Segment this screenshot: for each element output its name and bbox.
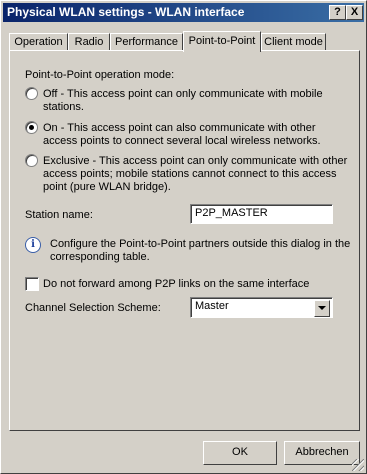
radio-on[interactable] — [25, 121, 38, 134]
chevron-down-icon[interactable] — [314, 300, 330, 317]
close-button[interactable]: X — [346, 5, 363, 20]
radio-exclusive-label-2[interactable]: access points; mobile stations cannot co… — [43, 168, 337, 181]
tab-client-mode[interactable]: Client mode — [261, 33, 326, 51]
radio-off[interactable] — [25, 87, 38, 100]
cancel-button[interactable]: Abbrechen — [284, 441, 360, 465]
ok-button[interactable]: OK — [203, 441, 277, 465]
window-title: Physical WLAN settings - WLAN interface — [7, 5, 245, 19]
no-forward-label[interactable]: Do not forward among P2P links on the sa… — [43, 278, 309, 291]
tab-operation[interactable]: Operation — [9, 33, 68, 51]
radio-on-label-1[interactable]: On - This access point can also communic… — [43, 122, 315, 135]
tab-radio[interactable]: Radio — [68, 33, 110, 51]
dialog-window: Physical WLAN settings - WLAN interface … — [0, 0, 367, 474]
station-name-label: Station name: — [25, 209, 93, 221]
radio-exclusive-label-3[interactable]: point (pure WLAN bridge). — [43, 181, 171, 194]
radio-exclusive[interactable] — [25, 154, 38, 167]
tab-panel: Point-to-Point operation mode: Off - Thi… — [9, 50, 360, 431]
radio-on-dot — [29, 125, 34, 130]
station-name-input[interactable]: P2P_MASTER — [190, 204, 333, 224]
radio-off-label-2[interactable]: stations. — [43, 101, 84, 114]
radio-on-label-2[interactable]: access points to connect several local w… — [43, 135, 321, 148]
info-text-1: Configure the Point-to-Point partners ou… — [50, 238, 351, 250]
info-icon: i — [25, 237, 41, 253]
help-button[interactable]: ? — [329, 5, 346, 20]
radio-off-label-1[interactable]: Off - This access point can only communi… — [43, 88, 323, 101]
title-bar[interactable]: Physical WLAN settings - WLAN interface … — [3, 3, 364, 22]
no-forward-checkbox[interactable] — [25, 277, 39, 291]
radio-exclusive-label-1[interactable]: Exclusive - This access point can only c… — [43, 155, 347, 168]
mode-heading: Point-to-Point operation mode: — [25, 69, 175, 81]
info-text-2: corresponding table. — [50, 251, 150, 263]
tab-performance[interactable]: Performance — [110, 33, 183, 51]
tab-point-to-point[interactable]: Point-to-Point — [183, 31, 261, 52]
resize-grip[interactable] — [352, 459, 364, 471]
channel-scheme-label: Channel Selection Scheme: — [25, 302, 161, 314]
channel-scheme-select[interactable]: Master — [190, 297, 333, 318]
channel-scheme-value: Master — [195, 300, 229, 312]
